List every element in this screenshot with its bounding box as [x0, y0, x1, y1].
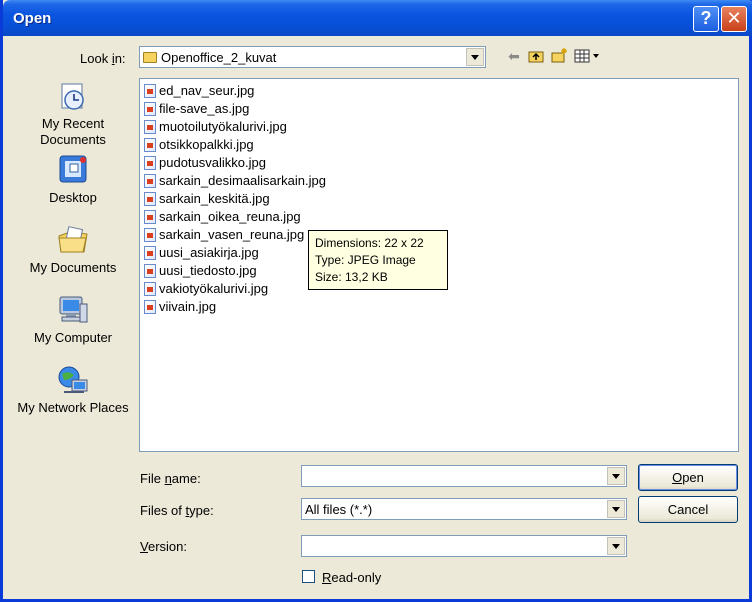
window-title: Open [13, 10, 52, 27]
file-name: viivain.jpg [159, 299, 217, 314]
file-name: ed_nav_seur.jpg [159, 83, 255, 98]
file-name: muotoilutyökalurivi.jpg [159, 119, 287, 134]
file-list-item[interactable]: pudotusvalikko.jpg [144, 154, 266, 172]
filename-label: File name: [140, 471, 201, 486]
jpg-file-icon [144, 227, 156, 242]
my-documents-icon [56, 224, 90, 258]
jpg-file-icon [144, 83, 156, 98]
file-list-item[interactable]: sarkain_desimaalisarkain.jpg [144, 172, 326, 190]
my-computer-icon [56, 294, 90, 328]
place-my-network-places[interactable]: My Network Places [11, 364, 135, 416]
jpg-file-icon [144, 101, 156, 116]
lookin-label: Look in: [80, 51, 126, 66]
file-list-item[interactable]: muotoilutyökalurivi.jpg [144, 118, 287, 136]
tooltip-dimensions: Dimensions: 22 x 22 [315, 236, 424, 250]
jpg-file-icon [144, 119, 156, 134]
open-button[interactable]: Open [638, 464, 738, 491]
chevron-down-icon[interactable] [607, 500, 625, 518]
file-name: vakiotyökalurivi.jpg [159, 281, 269, 296]
file-list-item[interactable]: uusi_asiakirja.jpg [144, 244, 259, 262]
file-list-item[interactable]: file-save_as.jpg [144, 100, 249, 118]
readonly-checkbox[interactable] [302, 570, 315, 583]
file-name: sarkain_vasen_reuna.jpg [159, 227, 305, 242]
tooltip-size: Size: 13,2 KB [315, 270, 388, 284]
file-list-item[interactable]: ed_nav_seur.jpg [144, 82, 254, 100]
file-name: sarkain_desimaalisarkain.jpg [159, 173, 326, 188]
place-desktop[interactable]: Desktop [11, 154, 135, 206]
place-my-computer[interactable]: My Computer [11, 294, 135, 346]
jpg-file-icon [144, 191, 156, 206]
filetype-dropdown[interactable]: All files (*.*) [301, 498, 627, 520]
filetype-value: All files (*.*) [305, 502, 373, 517]
jpg-file-icon [144, 137, 156, 152]
jpg-file-icon [144, 209, 156, 224]
jpg-file-icon [144, 263, 156, 278]
file-name: sarkain_oikea_reuna.jpg [159, 209, 301, 224]
lookin-dropdown[interactable]: Openoffice_2_kuvat [139, 46, 486, 68]
tooltip-type: Type: JPEG Image [315, 253, 416, 267]
jpg-file-icon [144, 299, 156, 314]
network-places-icon [56, 364, 90, 398]
open-dialog: Open ? ✕ Look in: Openoffice_2_kuvat ⬅ M… [0, 0, 752, 602]
cancel-button[interactable]: Cancel [638, 496, 738, 523]
file-list-item[interactable]: uusi_tiedosto.jpg [144, 262, 257, 280]
place-my-recent-documents[interactable]: My Recent Documents [11, 80, 135, 148]
filetype-label: Files of type: [140, 503, 214, 518]
file-list-item[interactable]: sarkain_keskitä.jpg [144, 190, 270, 208]
chevron-down-icon[interactable] [466, 48, 484, 66]
file-name: pudotusvalikko.jpg [159, 155, 266, 170]
up-folder-icon[interactable] [527, 47, 545, 65]
new-folder-icon[interactable] [550, 47, 568, 65]
place-my-documents[interactable]: My Documents [11, 224, 135, 276]
jpg-file-icon [144, 173, 156, 188]
file-name: sarkain_keskitä.jpg [159, 191, 270, 206]
file-list-item[interactable]: viivain.jpg [144, 298, 216, 316]
help-button[interactable]: ? [693, 6, 719, 32]
views-menu-icon[interactable] [574, 47, 602, 65]
chevron-down-icon[interactable] [607, 467, 625, 485]
readonly-label[interactable]: Read-only [322, 570, 381, 585]
jpg-file-icon [144, 281, 156, 296]
file-list-item[interactable]: sarkain_oikea_reuna.jpg [144, 208, 301, 226]
chevron-down-icon[interactable] [607, 537, 625, 555]
file-name: file-save_as.jpg [159, 101, 250, 116]
file-name: uusi_tiedosto.jpg [159, 263, 257, 278]
desktop-icon [56, 154, 90, 188]
recent-documents-icon [56, 80, 90, 114]
lookin-value: Openoffice_2_kuvat [161, 50, 277, 65]
file-info-tooltip: Dimensions: 22 x 22 Type: JPEG Image Siz… [308, 230, 448, 290]
jpg-file-icon [144, 155, 156, 170]
file-list-item[interactable]: sarkain_vasen_reuna.jpg [144, 226, 304, 244]
version-dropdown[interactable] [301, 535, 627, 557]
version-label: Version: [140, 539, 187, 554]
file-list-item[interactable]: vakiotyökalurivi.jpg [144, 280, 268, 298]
file-list-item[interactable]: otsikkopalkki.jpg [144, 136, 254, 154]
folder-icon [143, 52, 157, 64]
file-name: uusi_asiakirja.jpg [159, 245, 259, 260]
back-arrow-icon[interactable]: ⬅ [505, 47, 523, 65]
filename-input[interactable] [301, 465, 627, 487]
jpg-file-icon [144, 245, 156, 260]
close-button[interactable]: ✕ [721, 6, 747, 32]
file-name: otsikkopalkki.jpg [159, 137, 254, 152]
title-bar[interactable]: Open ? ✕ [3, 0, 752, 36]
